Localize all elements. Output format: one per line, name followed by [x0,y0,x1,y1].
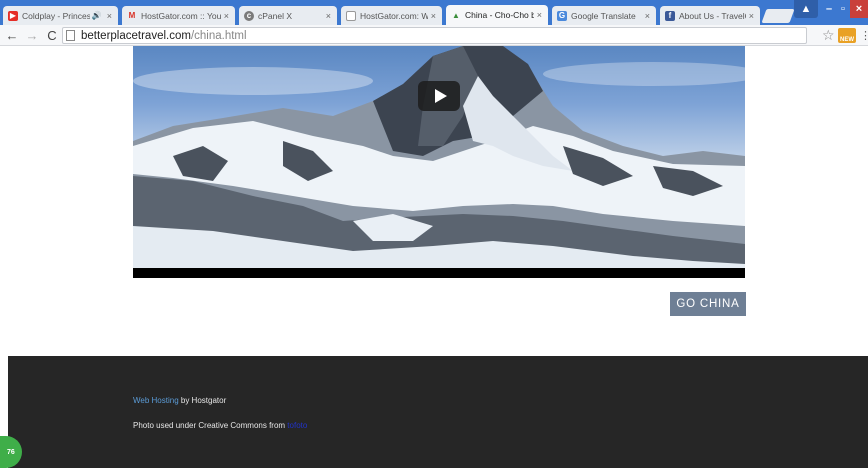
page-info-icon[interactable] [66,30,75,41]
tab-title: China - Cho-Cho bet [465,10,534,20]
window-close-icon[interactable]: × [850,0,868,18]
close-icon[interactable]: × [431,11,436,21]
tab-coldplay[interactable]: ▶ Coldplay - Princes 🔊 × [3,6,118,25]
tab-title: Coldplay - Princes [22,10,90,21]
browser-toolbar: ← → C betterplacetravel.com/china.html ☆… [0,25,868,46]
tab-cpanel[interactable]: c cPanel X × [239,6,337,25]
close-icon[interactable]: × [537,10,542,20]
site-footer: Web Hosting by Hostgator Photo used unde… [8,356,868,468]
translate-icon: G [557,10,567,21]
page-icon [346,10,356,21]
travel-icon: ▲ [452,10,460,20]
photo-credit-link[interactable]: tofoto [287,421,307,430]
url-host: betterplacetravel.com [81,29,191,42]
web-hosting-link[interactable]: Web Hosting [133,396,179,405]
footer-hosting-line: Web Hosting by Hostgator [133,396,226,405]
footer-photo-credit: Photo used under Creative Commons from t… [133,421,307,430]
bookmark-star-icon[interactable]: ☆ [822,27,835,44]
tab-title: Google Translate [571,10,636,21]
speaker-icon: 🔊 [91,11,102,20]
maximize-icon[interactable]: ▫ [836,0,850,18]
close-icon[interactable]: × [224,11,229,21]
address-bar[interactable]: betterplacetravel.com/china.html [62,27,807,44]
close-icon[interactable]: × [107,11,112,21]
play-icon [434,89,447,103]
tab-about-us[interactable]: f About Us - TravelCho × [660,6,760,25]
youtube-icon: ▶ [8,10,18,21]
extension-new-icon[interactable]: NEW [838,28,856,43]
tab-title: HostGator.com :: You [141,10,221,21]
forward-arrow-icon[interactable]: → [24,27,40,43]
extension-label: NEW [840,37,854,43]
go-china-button[interactable]: GO CHINA [670,292,746,316]
facebook-icon: f [665,10,675,21]
url-path: /china.html [190,29,247,42]
badge-count: 76 [7,448,15,456]
tab-hostgator-you[interactable]: M HostGator.com :: You × [122,6,235,25]
tab-title: HostGator.com: We [360,10,428,21]
web-page: GO CHINA Web Hosting by Hostgator Photo … [0,46,868,468]
close-icon[interactable]: × [749,11,754,21]
chrome-menu-icon[interactable]: ⋮ [860,29,868,42]
user-profile-icon[interactable]: ▲ [794,0,818,18]
hosting-credit-text: by Hostgator [178,396,227,405]
new-tab-button[interactable] [761,9,795,23]
cpanel-icon: c [244,10,254,21]
tab-google-translate[interactable]: G Google Translate × [552,6,656,25]
close-icon[interactable]: × [645,11,650,21]
play-button[interactable] [418,81,460,111]
photo-credit-text: Photo used under Creative Commons from [133,421,288,430]
minimize-icon[interactable]: – [822,0,836,18]
close-icon[interactable]: × [326,11,331,21]
tab-title: About Us - TravelCho [679,10,746,21]
back-arrow-icon[interactable]: ← [4,27,20,43]
gmail-icon: M [128,11,136,20]
tab-title: cPanel X [258,10,293,21]
video-player[interactable] [133,46,745,278]
reload-icon[interactable]: C [44,27,60,43]
tab-hostgator-we[interactable]: HostGator.com: We × [341,6,442,25]
tab-strip: ▶ Coldplay - Princes 🔊 × M HostGator.com… [0,0,868,25]
tab-china[interactable]: ▲ China - Cho-Cho bet × [446,5,548,25]
